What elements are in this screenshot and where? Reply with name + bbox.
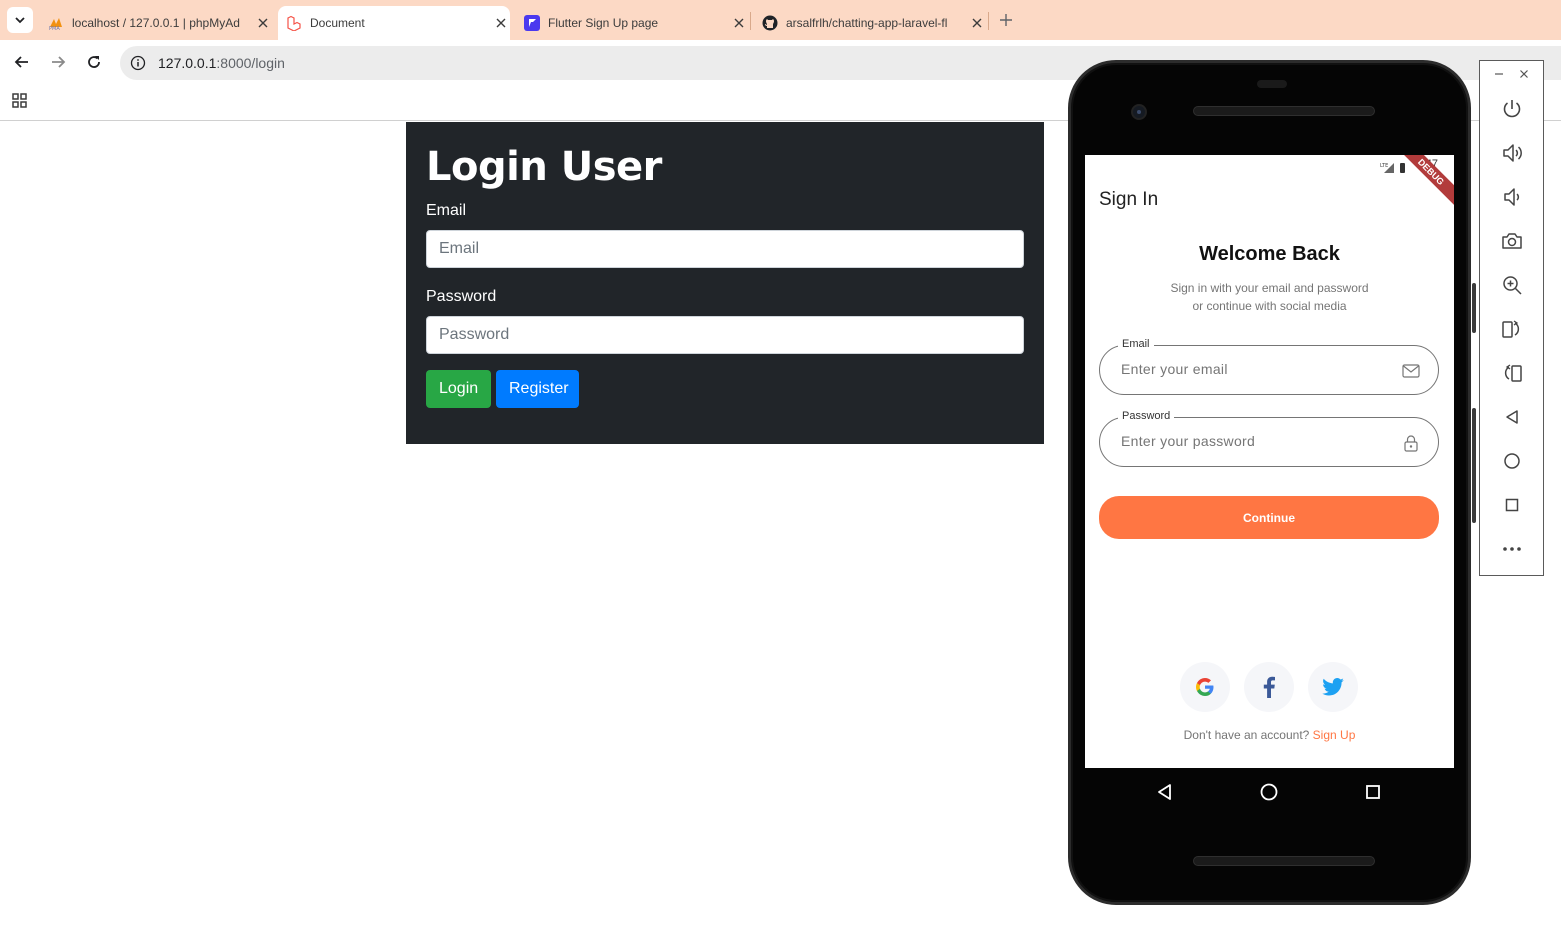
svg-text:LTE: LTE [1380,163,1388,169]
password-input[interactable] [1121,433,1391,449]
triangle-back-icon [1158,784,1171,800]
earpiece-speaker [1193,106,1375,116]
back-button[interactable] [10,50,34,74]
overview-icon[interactable] [1500,493,1524,517]
android-overview-button[interactable] [1362,781,1384,803]
tab-search-button[interactable] [7,7,33,33]
power-icon[interactable] [1500,97,1524,121]
volume-up-icon[interactable] [1500,141,1524,165]
circle-home-icon [1260,783,1278,801]
tab-strip: PMA localhost / 127.0.0.1 | phpMyAd Docu… [0,0,1561,40]
mail-icon [1402,362,1420,380]
subtitle-line: or continue with social media [1192,299,1347,313]
volume-down-icon[interactable] [1500,185,1524,209]
square-overview-icon [1366,785,1380,799]
reload-button[interactable] [82,50,106,74]
signup-prompt: Don't have an account? [1183,728,1313,742]
url-host: 127.0.0.1 [158,55,217,71]
tab-phpmyadmin[interactable]: PMA localhost / 127.0.0.1 | phpMyAd [40,6,272,40]
back-icon[interactable] [1500,405,1524,429]
front-camera [1131,104,1147,120]
laravel-icon [286,15,302,31]
signup-row: Don't have an account? Sign Up [1085,728,1454,742]
email-label: Email [426,202,467,219]
welcome-heading: Welcome Back [1199,243,1340,265]
apps-grid-icon[interactable] [11,92,29,110]
minimize-icon[interactable] [1492,67,1506,81]
password-label: Password [426,288,497,305]
email-field[interactable] [426,230,1024,268]
subtitle-line: Sign in with your email and password [1170,281,1369,295]
mobile-password-field[interactable]: Password [1099,410,1439,467]
facebook-button[interactable] [1244,662,1294,712]
camera-icon[interactable] [1500,229,1524,253]
info-icon[interactable] [128,53,148,73]
url-text[interactable]: 127.0.0.1:8000/login [158,55,285,71]
password-field-label: Password [1118,410,1175,422]
page-title: Login User [426,144,662,190]
rotate-left-icon[interactable] [1500,317,1524,341]
twitter-button[interactable] [1308,662,1358,712]
welcome-subtitle: Sign in with your email and password or … [1085,279,1454,315]
email-field-label: Email [1118,338,1154,350]
phone-sensor [1257,80,1287,88]
url-path: :8000/login [216,55,285,71]
bottom-speaker [1193,856,1375,866]
github-icon [762,15,778,31]
tab-title: arsalfrlh/chatting-app-laravel-fl [786,16,948,30]
email-input[interactable] [1121,361,1391,377]
android-home-button[interactable] [1258,781,1280,803]
signup-link[interactable]: Sign Up [1313,728,1356,742]
emulator-toolbar [1479,60,1544,576]
lock-icon [1402,434,1420,452]
rotate-right-icon[interactable] [1500,361,1524,385]
arrow-right-icon [52,56,66,68]
reload-icon [88,56,100,68]
login-card: Login User Email Password Login Register [406,122,1044,444]
mobile-email-field[interactable]: Email [1099,338,1439,395]
google-button[interactable] [1180,662,1230,712]
svg-text:PMA: PMA [49,26,60,31]
signal-icon: LTE [1380,160,1408,178]
side-button[interactable] [1472,283,1476,333]
status-bar: LTE 6:47 DEBUG [1085,155,1454,209]
tab-separator [750,12,751,30]
register-button[interactable]: Register [496,370,579,408]
android-back-button[interactable] [1154,781,1176,803]
tab-separator [988,12,989,30]
close-icon[interactable] [730,14,748,32]
android-nav-bar [1085,768,1454,818]
tab-title: localhost / 127.0.0.1 | phpMyAd [72,16,240,30]
flutterflow-icon [524,15,540,31]
twitter-icon [1322,678,1344,696]
appbar-title: Sign In [1099,189,1159,210]
continue-button[interactable]: Continue [1099,496,1439,539]
forward-button[interactable] [46,50,70,74]
tab-flutter-signup[interactable]: Flutter Sign Up page [516,6,748,40]
close-icon[interactable] [968,14,986,32]
google-icon [1196,678,1214,696]
tab-github[interactable]: arsalfrlh/chatting-app-laravel-fl [754,6,986,40]
side-button[interactable] [1472,408,1476,523]
tab-title: Document [310,16,365,30]
zoom-icon[interactable] [1500,273,1524,297]
close-icon[interactable] [254,14,272,32]
close-icon[interactable] [492,14,510,32]
chevron-down-icon [15,17,25,24]
home-icon[interactable] [1500,449,1524,473]
login-button[interactable]: Login [426,370,491,408]
more-icon[interactable] [1500,537,1524,561]
tab-title: Flutter Sign Up page [548,16,659,30]
password-field[interactable] [426,316,1024,354]
close-icon[interactable] [1517,67,1531,81]
pma-icon: PMA [48,15,64,31]
arrow-left-icon [14,56,28,68]
emulator-phone: LTE 6:47 DEBUG Sign In Welcome Back Sign… [1068,60,1476,905]
tab-document[interactable]: Document [278,6,510,40]
facebook-icon [1263,676,1275,698]
phone-screen: LTE 6:47 DEBUG Sign In Welcome Back Sign… [1085,155,1454,768]
new-tab-button[interactable] [996,10,1016,30]
plus-icon [1000,14,1012,26]
